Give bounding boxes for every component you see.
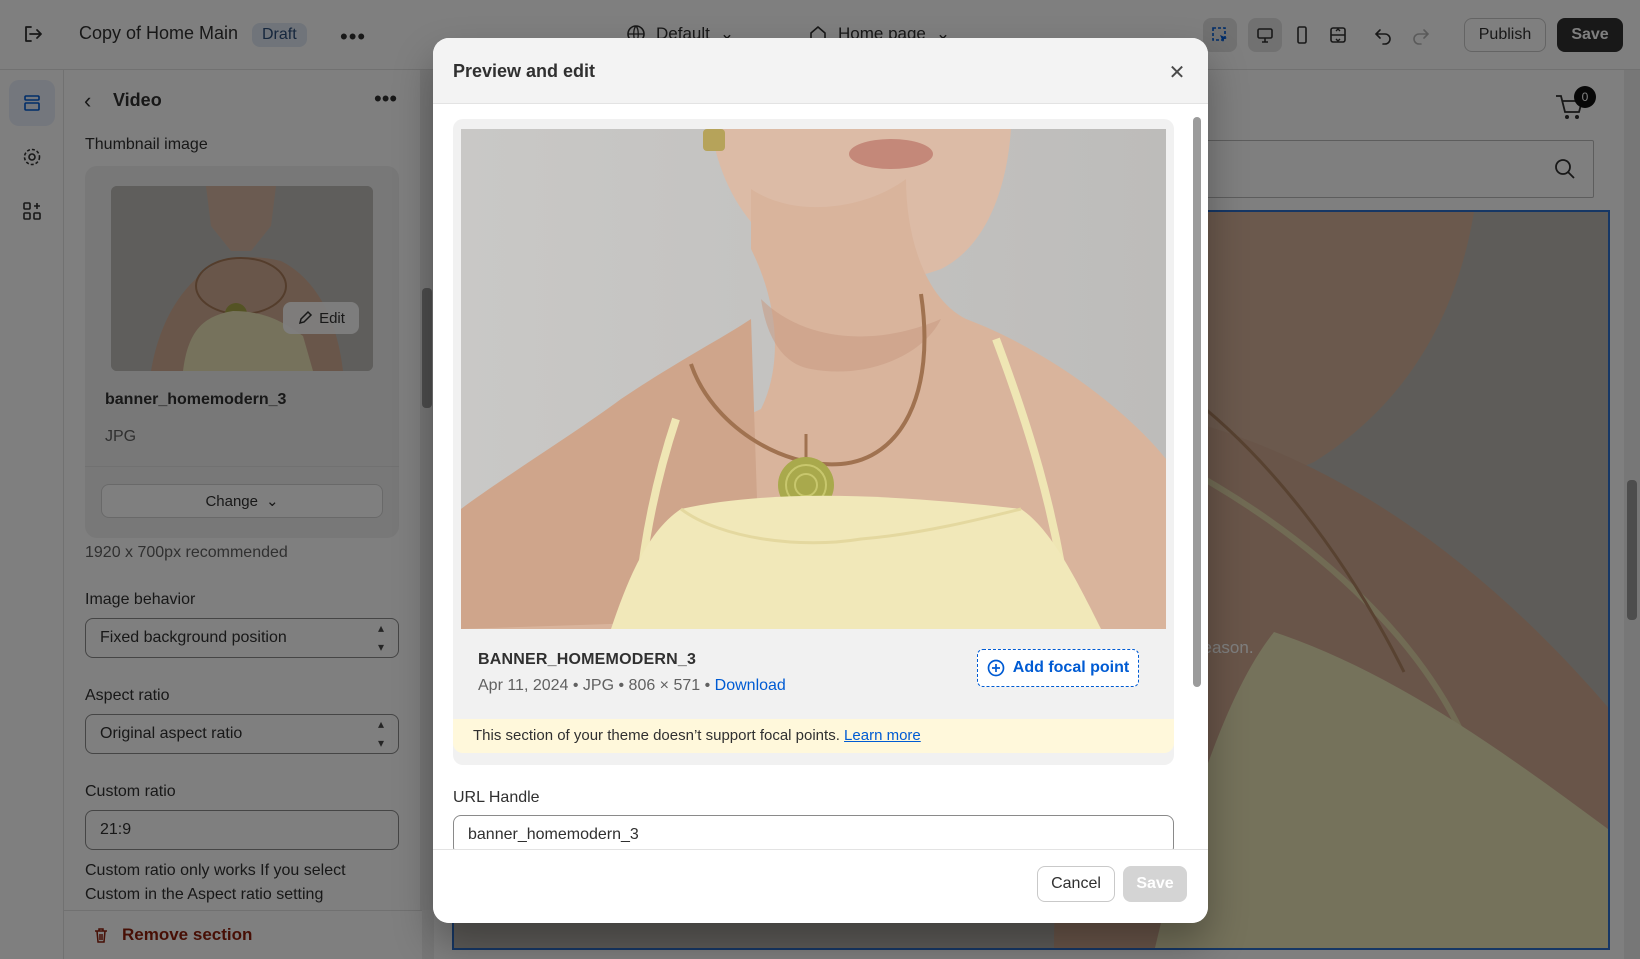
learn-more-link[interactable]: Learn more [844,727,921,744]
modal-scrollbar[interactable] [1190,105,1204,849]
media-meta: Apr 11, 2024 • JPG • 806 × 571 • Downloa… [478,677,786,695]
add-focal-point-button[interactable]: Add focal point [977,649,1139,687]
add-focal-point-label: Add focal point [1012,659,1130,676]
media-preview-card: BANNER_HOMEMODERN_3 Apr 11, 2024 • JPG •… [453,119,1174,765]
download-link[interactable]: Download [715,677,786,694]
media-filename: BANNER_HOMEMODERN_3 [478,651,697,668]
scrollbar-thumb[interactable] [1193,117,1201,687]
preview-edit-modal: Preview and edit ✕ BANNER_HOMEMODERN_3 A… [433,38,1208,923]
plus-circle-icon [987,659,1005,677]
modal-save-button[interactable]: Save [1123,866,1187,902]
focal-note-text: This section of your theme doesn’t suppo… [473,727,840,744]
focal-point-warning: This section of your theme doesn’t suppo… [453,719,1174,753]
modal-body: BANNER_HOMEMODERN_3 Apr 11, 2024 • JPG •… [433,105,1208,849]
url-handle-input[interactable]: banner_homemodern_3 [453,815,1174,849]
close-icon[interactable]: ✕ [1163,58,1191,86]
modal-title: Preview and edit [453,61,596,81]
modal-footer: Cancel Save [433,849,1208,923]
modal-header: Preview and edit ✕ [433,38,1208,104]
media-meta-text: Apr 11, 2024 • JPG • 806 × 571 • [478,677,711,694]
media-preview-image[interactable] [461,129,1166,629]
url-handle-label: URL Handle [453,789,540,806]
cancel-button[interactable]: Cancel [1037,866,1115,902]
